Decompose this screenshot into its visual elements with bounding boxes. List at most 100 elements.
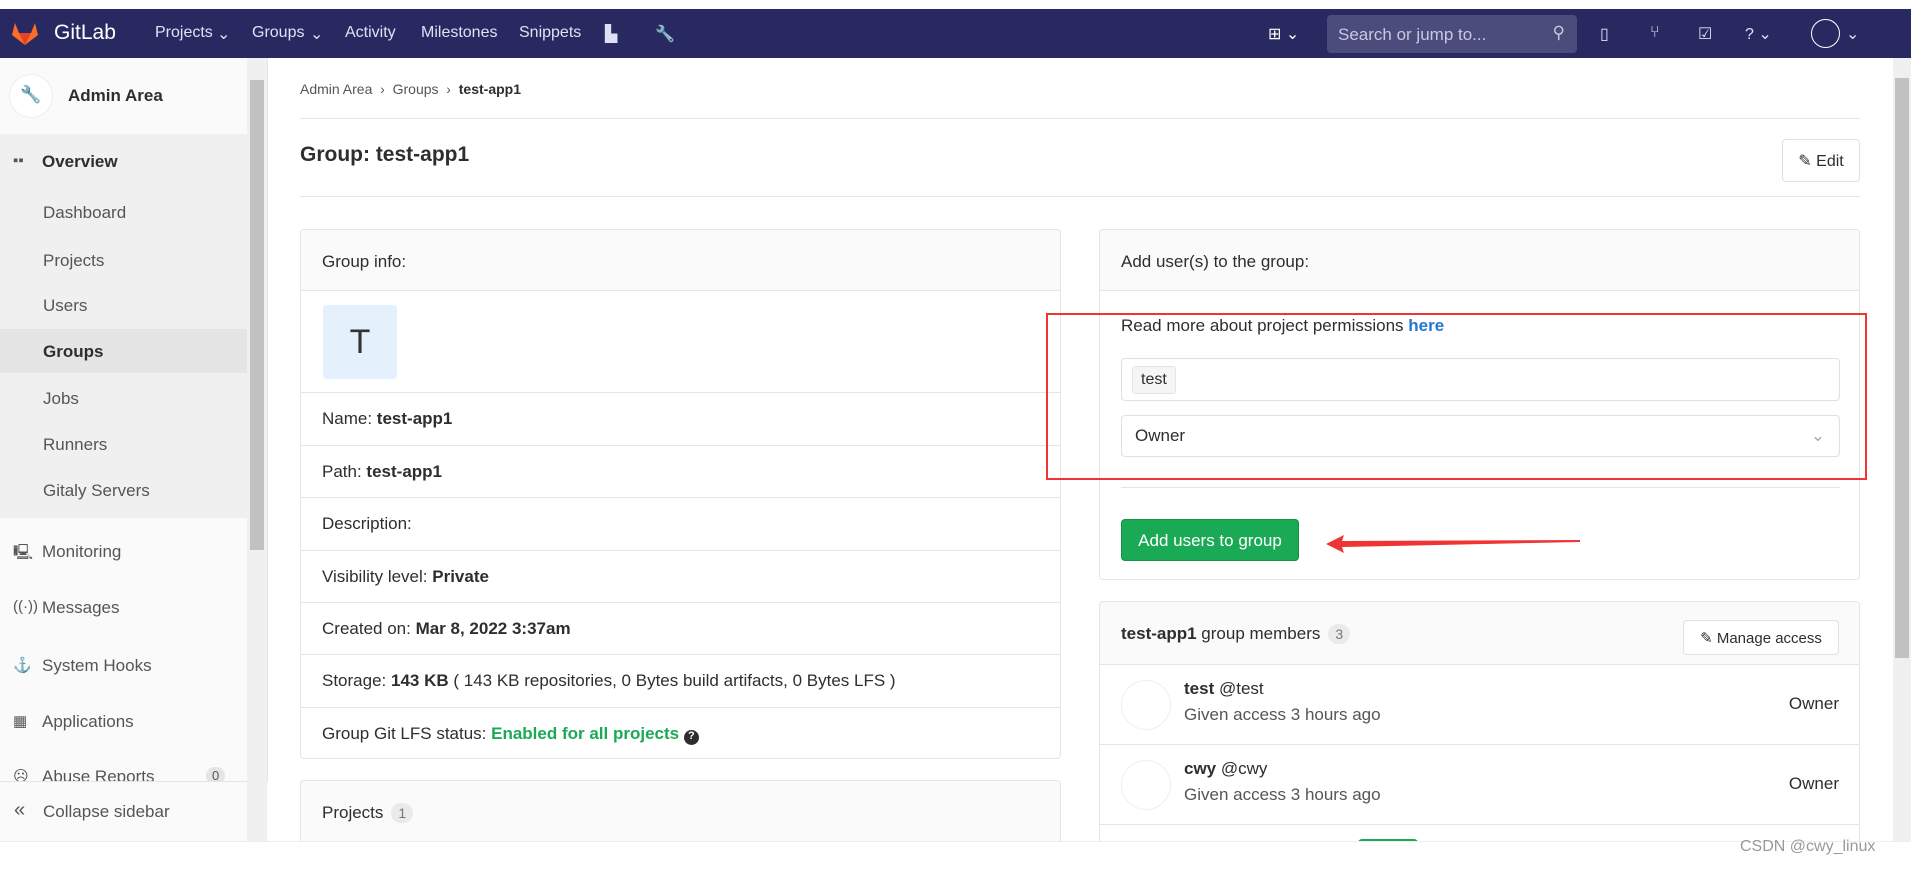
lfs-status: Enabled for all projects: [491, 724, 680, 743]
panel-header: Group info:: [301, 230, 1060, 291]
row-value: 143 KB: [391, 671, 449, 690]
panel-title: Projects: [322, 803, 384, 822]
edit-button[interactable]: ✎ Edit: [1782, 139, 1860, 182]
row-label: Group Git LFS status:: [322, 724, 492, 743]
sidebar-item-label: Messages: [42, 598, 120, 617]
plus-square-icon[interactable]: ⊞ ⌄: [1268, 24, 1299, 44]
panel-title: Add user(s) to the group:: [1121, 252, 1310, 271]
info-row-storage: Storage: 143 KB ( 143 KB repositories, 0…: [301, 654, 1060, 707]
page-scrollbar-thumb[interactable]: [1895, 78, 1909, 658]
member-row: test @test Given access 3 hours ago Owne…: [1100, 665, 1859, 745]
breadcrumb: Admin Area › Groups › test-app1: [300, 81, 521, 97]
group-avatar: T: [323, 305, 397, 379]
issues-icon[interactable]: ▯: [1600, 24, 1609, 44]
sidebar-item-abuse-reports[interactable]: ☹ Abuse Reports 0: [0, 767, 247, 781]
member-role: Owner: [1788, 774, 1839, 793]
wrench-icon: 🔧: [9, 74, 53, 118]
sidebar-item-projects[interactable]: Projects: [43, 251, 104, 271]
member-handle: @cwy: [1216, 759, 1268, 778]
bottom-strip: [0, 841, 1911, 869]
page-scrollbar[interactable]: [1893, 58, 1911, 841]
member-access-time: Given access 3 hours ago: [1184, 705, 1381, 724]
monitor-icon: 🖳: [13, 544, 34, 561]
double-chevron-left-icon: «: [14, 799, 26, 821]
sidebar-item-label: Applications: [42, 712, 134, 731]
nav-groups[interactable]: Groups: [252, 24, 304, 42]
chevron-down-icon: ⌄: [217, 26, 231, 43]
nav-activity[interactable]: Activity: [345, 24, 396, 42]
sidebar-item-jobs[interactable]: Jobs: [43, 389, 79, 409]
nav-snippets[interactable]: Snippets: [519, 24, 581, 42]
count-badge: 1: [391, 803, 414, 823]
member-handle: @test: [1214, 679, 1264, 698]
sidebar-item-dashboard[interactable]: Dashboard: [43, 203, 126, 223]
brand[interactable]: GitLab: [54, 21, 116, 45]
edit-icon: ✎: [1700, 630, 1713, 647]
sidebar-item-runners[interactable]: Runners: [43, 435, 107, 455]
divider: [1121, 487, 1840, 488]
sidebar-context-title[interactable]: Admin Area: [68, 86, 163, 106]
top-navbar: GitLab Projects ⌄ Groups ⌄ Activity Milest…: [0, 9, 1911, 58]
sidebar-item-users[interactable]: Users: [43, 296, 87, 316]
collapse-label: Collapse sidebar: [43, 802, 170, 821]
panel-title: group members: [1196, 624, 1321, 643]
row-value: Private: [432, 567, 489, 586]
frown-icon: ☹: [13, 768, 29, 781]
sidebar-scrollbar-thumb[interactable]: [250, 80, 264, 550]
sidebar-item-gitaly-servers[interactable]: Gitaly Servers: [43, 481, 150, 501]
nav-projects[interactable]: Projects: [155, 24, 213, 42]
row-label: Description:: [322, 514, 412, 533]
search-placeholder: Search or jump to...: [1338, 25, 1487, 44]
member-name[interactable]: test: [1184, 679, 1214, 698]
gitlab-logo-icon[interactable]: [12, 21, 38, 46]
question-circle-icon[interactable]: ?: [683, 730, 699, 745]
member-access-time: Given access 3 hours ago: [1184, 785, 1381, 804]
info-row-lfs: Group Git LFS status: Enabled for all pr…: [301, 707, 1060, 758]
panel-title: Group info:: [322, 252, 407, 271]
group-name: test-app1: [1121, 624, 1197, 643]
sidebar-item-label: System Hooks: [42, 656, 152, 675]
row-label: Visibility level:: [322, 567, 433, 586]
row-label: Storage:: [322, 671, 391, 690]
chevron-down-icon: ⌄: [1846, 26, 1860, 43]
member-role: Owner: [1788, 694, 1839, 713]
row-value: test-app1: [376, 409, 453, 428]
anchor-icon: ⚓: [13, 657, 32, 674]
avatar[interactable]: [1811, 19, 1840, 48]
sidebar-item-label: Overview: [42, 152, 118, 171]
search-input[interactable]: Search or jump to... ⚲: [1327, 15, 1577, 53]
help-icon[interactable]: ? ⌄: [1745, 24, 1772, 44]
divider: [300, 118, 1860, 119]
info-row-visibility: Visibility level: Private: [301, 550, 1060, 602]
todo-icon[interactable]: ☑: [1698, 24, 1712, 44]
annotation-arrow-icon: [1326, 535, 1580, 553]
overview-section: [0, 134, 247, 518]
member-name[interactable]: cwy: [1184, 759, 1216, 778]
add-users-button[interactable]: Add users to group: [1121, 519, 1299, 561]
avatar[interactable]: [1121, 680, 1171, 730]
sidebar-item-groups[interactable]: Groups: [43, 342, 103, 362]
breadcrumb-groups[interactable]: Groups: [393, 81, 439, 97]
row-label: Name:: [322, 409, 377, 428]
row-label: Created on:: [322, 619, 416, 638]
info-row-path: Path: test-app1: [301, 445, 1060, 497]
search-icon: ⚲: [1552, 23, 1565, 42]
breadcrumb-admin-area[interactable]: Admin Area: [300, 81, 372, 97]
chart-icon[interactable]: ▙: [605, 24, 617, 44]
nav-milestones[interactable]: Milestones: [421, 24, 497, 42]
chevron-down-icon: ⌄: [310, 26, 324, 43]
active-item-bg: [0, 329, 247, 373]
manage-access-button[interactable]: ✎ Manage access: [1683, 620, 1839, 655]
row-label: Path:: [322, 462, 367, 481]
manage-label: Manage access: [1716, 630, 1822, 647]
avatar[interactable]: [1121, 760, 1171, 810]
page-title: Group: test-app1: [300, 143, 470, 166]
merge-request-icon[interactable]: ⑂: [1650, 24, 1660, 42]
count-badge: 0: [206, 767, 226, 781]
panel-header: Add user(s) to the group:: [1100, 230, 1859, 291]
count-badge: 3: [1328, 624, 1351, 644]
edit-label: Edit: [1816, 153, 1844, 170]
collapse-sidebar-button[interactable]: « Collapse sidebar: [0, 781, 268, 841]
wrench-icon[interactable]: 🔧: [655, 24, 675, 44]
breadcrumb-current[interactable]: test-app1: [459, 81, 521, 97]
